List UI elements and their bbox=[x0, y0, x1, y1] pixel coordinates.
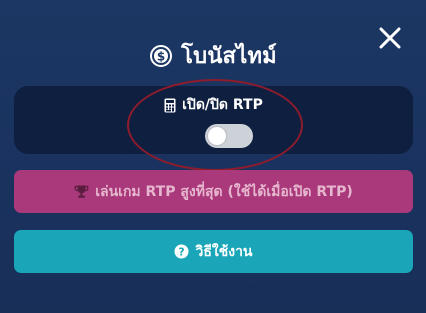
rtp-toggle-switch[interactable] bbox=[205, 124, 253, 148]
close-button[interactable] bbox=[378, 26, 402, 50]
close-icon[interactable] bbox=[378, 26, 402, 50]
rtp-toggle-label: เปิด/ปิด RTP bbox=[182, 97, 263, 113]
rtp-toggle-label-row: เปิด/ปิด RTP bbox=[14, 94, 413, 116]
modal-title: โบนัสไทม์ bbox=[181, 44, 277, 69]
how-to-use-label: วิธีใช้งาน bbox=[195, 243, 253, 260]
rtp-toggle-card: เปิด/ปิด RTP bbox=[14, 86, 413, 154]
trophy-icon bbox=[74, 184, 89, 199]
modal-header: $ โบนัสไทม์ bbox=[0, 38, 426, 73]
how-to-use-button[interactable]: ? วิธีใช้งาน bbox=[14, 230, 413, 273]
dollar-coin-icon: $ bbox=[149, 44, 173, 68]
calculator-icon bbox=[164, 98, 177, 113]
question-circle-icon: ? bbox=[174, 244, 189, 259]
svg-text:?: ? bbox=[179, 247, 185, 259]
play-top-rtp-games-label: เล่นเกม RTP สูงที่สุด (ใช้ได้เมื่อเปิด R… bbox=[95, 183, 353, 200]
play-top-rtp-games-button[interactable]: เล่นเกม RTP สูงที่สุด (ใช้ได้เมื่อเปิด R… bbox=[14, 170, 413, 213]
svg-text:$: $ bbox=[157, 49, 165, 63]
toggle-knob[interactable] bbox=[208, 127, 226, 145]
